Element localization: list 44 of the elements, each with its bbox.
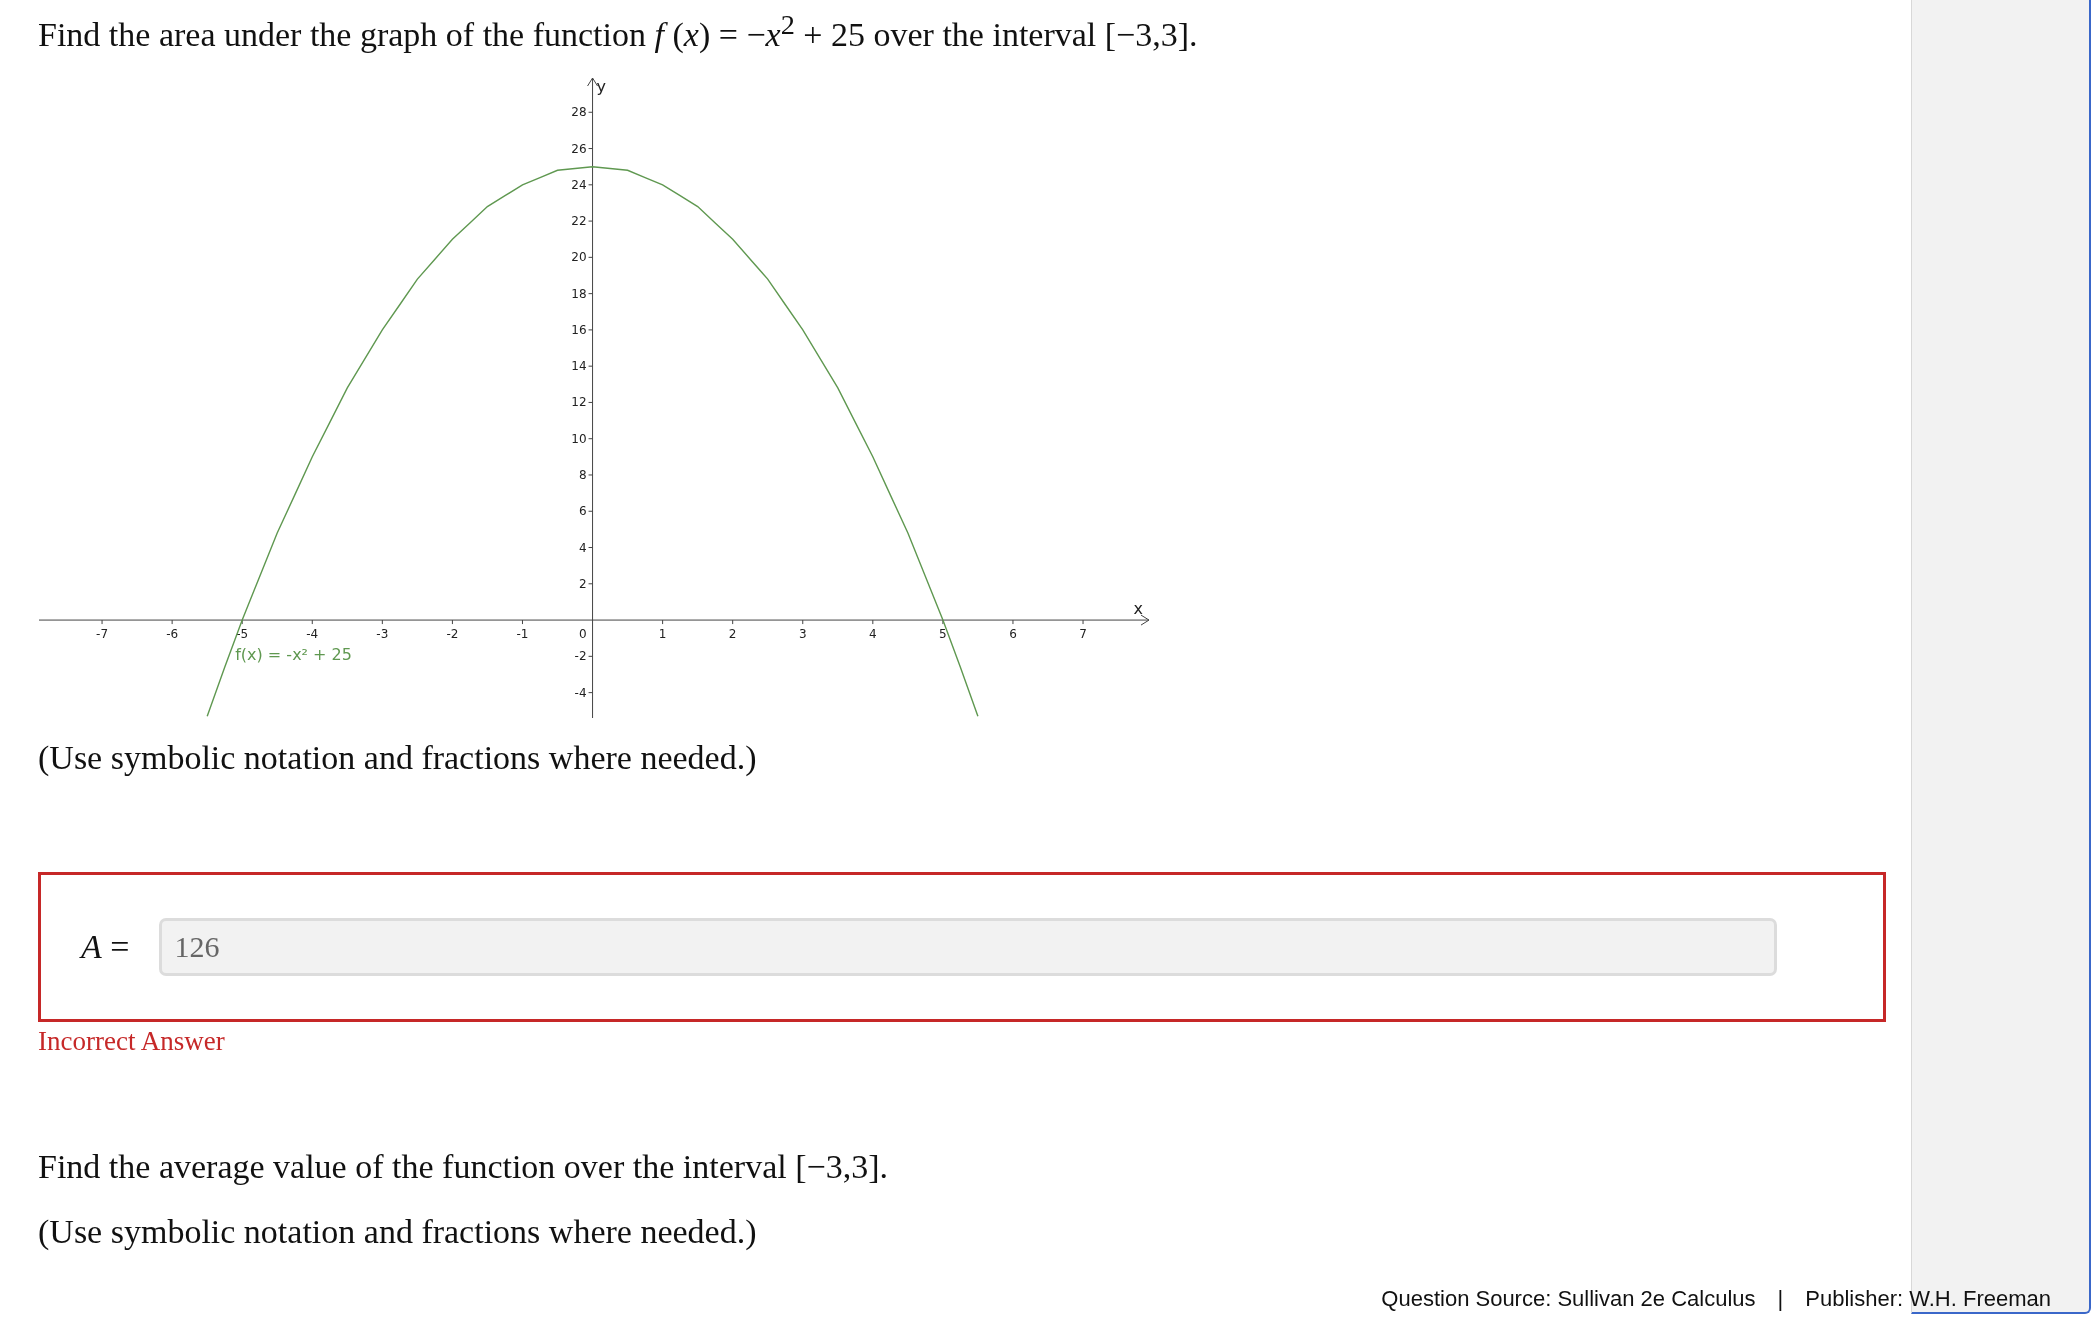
tick-label: -2 <box>446 627 459 642</box>
tick-label: 14 <box>571 359 587 374</box>
tick-label: 28 <box>571 105 587 120</box>
question-text: Find the area under the graph of the function f (x) = −x$^{2}$ + 25 over the interval [−3,3]. <box>38 8 1198 56</box>
tick-label: -3 <box>376 627 389 642</box>
axis-label: x <box>1133 599 1143 619</box>
source-text: Question Source: Sullivan 2e Calculus <box>1381 1286 1756 1312</box>
tick-label: -1 <box>516 627 529 642</box>
publisher-text: Publisher: W.H. Freeman <box>1805 1286 2051 1312</box>
answer-field[interactable]: 126 <box>159 917 1778 976</box>
tick-label: 16 <box>571 323 587 337</box>
tick-label: 26 <box>571 141 587 156</box>
tick-label: 2 <box>578 576 587 591</box>
tick-label: 22 <box>571 214 587 229</box>
tick-label: 1 <box>658 627 667 642</box>
answer-label: A = <box>81 927 130 966</box>
tick-label: 7 <box>1079 627 1087 642</box>
tick-label: -4 <box>306 627 319 642</box>
tick-label: 2 <box>728 627 737 642</box>
separator: | <box>1777 1286 1784 1312</box>
tick-label: 20 <box>571 250 587 265</box>
tick-label: 18 <box>571 286 587 301</box>
tick-label: -7 <box>96 627 109 642</box>
feedback-text: Incorrect Answer <box>38 1025 225 1057</box>
tick-label: 6 <box>578 504 587 519</box>
tick-label: -4 <box>574 685 587 700</box>
tick-label: 6 <box>1009 627 1017 642</box>
tick-label: 24 <box>571 177 587 192</box>
function-label: f(x) = -x² + 25 <box>235 645 352 665</box>
tick-label: 8 <box>578 468 587 483</box>
tick-label: 3 <box>798 627 807 642</box>
axis-label: y <box>596 77 606 97</box>
instruction-text: (Use symbolic notation and fractions where needed.) <box>38 1211 757 1252</box>
tick-label: 4 <box>869 627 877 642</box>
tick-label: -2 <box>574 649 587 664</box>
tick-label: 4 <box>578 540 587 555</box>
tick-label: 10 <box>571 431 587 446</box>
question-text: Find the average value of the function over the interval [−3,3]. <box>38 1146 888 1187</box>
tick-label: 12 <box>571 395 587 410</box>
instruction-text: (Use symbolic notation and fractions where needed.) <box>38 738 757 779</box>
tick-label: -6 <box>166 627 179 642</box>
tick-label: -5 <box>236 627 249 642</box>
tick-label: 5 <box>939 627 947 642</box>
origin-label: 0 <box>578 627 587 642</box>
